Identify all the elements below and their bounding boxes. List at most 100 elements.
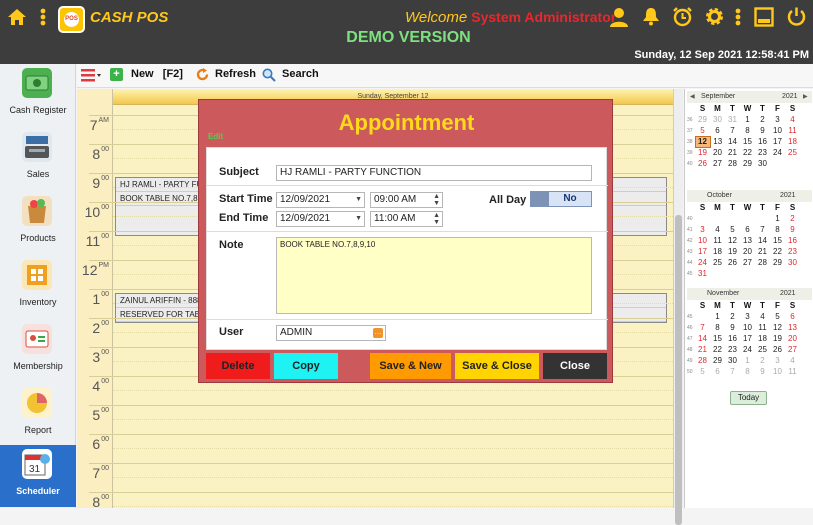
calendar-day[interactable]: 24 — [740, 344, 755, 355]
calendar-day[interactable]: 13 — [710, 136, 725, 147]
calendar-day[interactable]: 19 — [770, 333, 785, 344]
calendar-day[interactable]: 7 — [725, 125, 740, 136]
calendar-day[interactable]: 15 — [770, 235, 785, 246]
calendar-day[interactable]: 31 — [695, 268, 710, 279]
calendar-day[interactable]: 29 — [770, 257, 785, 268]
calendar-day[interactable]: 21 — [695, 344, 710, 355]
calendar-day[interactable]: 5 — [725, 224, 740, 235]
calendar-day[interactable]: 15 — [710, 333, 725, 344]
calendar-day[interactable]: 4 — [785, 355, 800, 366]
calendar-day[interactable]: 27 — [710, 158, 725, 169]
calendar-day[interactable]: 12 — [770, 322, 785, 333]
calendar-day[interactable]: 28 — [695, 355, 710, 366]
gear-icon[interactable] — [703, 6, 725, 31]
refresh-button[interactable]: Refresh — [196, 68, 256, 84]
calendar-day[interactable]: 3 — [695, 224, 710, 235]
scrollbar-thumb[interactable] — [675, 215, 682, 525]
calendar-day[interactable]: 6 — [785, 311, 800, 322]
sidebar-item-report[interactable]: Report — [0, 384, 76, 446]
calendar-day[interactable]: 24 — [770, 147, 785, 158]
user-icon[interactable] — [608, 7, 630, 31]
calendar-day[interactable]: 28 — [725, 158, 740, 169]
calendar-day[interactable]: 1 — [740, 114, 755, 125]
chevron-down-icon[interactable]: ▼ — [355, 212, 362, 226]
sidebar-item-cash-register[interactable]: Cash Register — [0, 64, 76, 126]
calendar-day[interactable]: 16 — [725, 333, 740, 344]
calendar-day[interactable]: 18 — [755, 333, 770, 344]
calendar-day[interactable]: 3 — [770, 355, 785, 366]
calendar-day[interactable]: 26 — [725, 257, 740, 268]
calendar-day[interactable]: 19 — [725, 246, 740, 257]
calendar-day[interactable]: 10 — [770, 125, 785, 136]
calendar-day[interactable]: 22 — [740, 147, 755, 158]
calendar-day[interactable]: 13 — [785, 322, 800, 333]
calendar-day[interactable]: 7 — [755, 224, 770, 235]
calendar-day[interactable]: 30 — [785, 257, 800, 268]
calendar-day[interactable]: 17 — [695, 246, 710, 257]
calendar-day[interactable]: 4 — [785, 114, 800, 125]
calendar-day[interactable]: 22 — [770, 246, 785, 257]
calendar-day[interactable]: 19 — [695, 147, 710, 158]
today-button[interactable]: Today — [730, 391, 767, 405]
next-month-icon[interactable]: ▶ — [803, 91, 808, 103]
calendar-day[interactable]: 8 — [770, 224, 785, 235]
calendar-day[interactable]: 20 — [710, 147, 725, 158]
calendar-day[interactable]: 9 — [755, 366, 770, 377]
sidebar-item-membership[interactable]: Membership — [0, 320, 76, 382]
calendar-day[interactable]: 11 — [785, 125, 800, 136]
alarm-clock-icon[interactable] — [671, 6, 693, 31]
calendar-day[interactable]: 8 — [740, 125, 755, 136]
calendar-day[interactable]: 6 — [710, 125, 725, 136]
search-button[interactable]: Search — [262, 68, 319, 84]
calendar-day[interactable]: 13 — [740, 235, 755, 246]
calendar-day[interactable]: 14 — [755, 235, 770, 246]
calendar-day[interactable]: 26 — [695, 158, 710, 169]
sidebar-item-scheduler[interactable]: 31 Scheduler — [0, 445, 76, 507]
calendar-day[interactable]: 29 — [710, 355, 725, 366]
view-menu-icon[interactable] — [81, 68, 103, 84]
scheduler-scrollbar[interactable] — [673, 89, 683, 525]
calendar-day[interactable]: 22 — [710, 344, 725, 355]
calendar-day[interactable]: 27 — [740, 257, 755, 268]
start-date-picker[interactable]: 12/09/2021 ▼ — [276, 192, 365, 208]
calendar-day[interactable]: 11 — [710, 235, 725, 246]
bell-icon[interactable] — [640, 6, 662, 30]
calendar-day[interactable]: 12 — [725, 235, 740, 246]
sidebar-item-inventory[interactable]: Inventory — [0, 256, 76, 318]
calendar-day[interactable]: 3 — [740, 311, 755, 322]
spinner-arrows-icon[interactable]: ▲ ▼ — [433, 212, 440, 226]
close-button[interactable]: Close — [543, 353, 607, 379]
calendar-day[interactable]: 30 — [710, 114, 725, 125]
calendar-day[interactable]: 21 — [725, 147, 740, 158]
calendar-day[interactable]: 20 — [785, 333, 800, 344]
calendar-day[interactable]: 2 — [755, 355, 770, 366]
calendar-day[interactable]: 17 — [740, 333, 755, 344]
menu-dots-icon[interactable] — [733, 8, 743, 30]
save-new-button[interactable]: Save & New — [370, 353, 451, 379]
note-textarea[interactable]: BOOK TABLE NO.7,8,9,10 — [276, 237, 592, 314]
calendar-day[interactable]: 9 — [725, 322, 740, 333]
calendar-day[interactable]: 7 — [695, 322, 710, 333]
menu-dots-icon[interactable] — [38, 8, 48, 30]
start-time-spinner[interactable]: 09:00 AM ▲ ▼ — [370, 192, 443, 208]
calendar-day[interactable]: 9 — [755, 125, 770, 136]
calendar-day[interactable]: 18 — [710, 246, 725, 257]
calendar-day[interactable]: 30 — [725, 355, 740, 366]
calendar-day[interactable]: 9 — [785, 224, 800, 235]
calendar-day[interactable]: 1 — [710, 311, 725, 322]
user-field[interactable]: ADMIN… — [276, 325, 386, 341]
calendar-day[interactable]: 25 — [785, 147, 800, 158]
calendar-day[interactable]: 14 — [695, 333, 710, 344]
end-time-spinner[interactable]: 11:00 AM ▲ ▼ — [370, 211, 443, 227]
calendar-day[interactable]: 3 — [770, 114, 785, 125]
home-icon[interactable] — [6, 8, 28, 30]
calendar-day[interactable]: 14 — [725, 136, 740, 147]
calendar-day[interactable]: 4 — [755, 311, 770, 322]
calendar-day[interactable]: 2 — [725, 311, 740, 322]
subject-field[interactable]: HJ RAMLI - PARTY FUNCTION — [276, 165, 592, 181]
calendar-day[interactable]: 6 — [740, 224, 755, 235]
calendar-day[interactable]: 25 — [710, 257, 725, 268]
calendar-day[interactable]: 8 — [740, 366, 755, 377]
calendar-day[interactable]: 15 — [740, 136, 755, 147]
copy-button[interactable]: Copy — [274, 353, 338, 379]
